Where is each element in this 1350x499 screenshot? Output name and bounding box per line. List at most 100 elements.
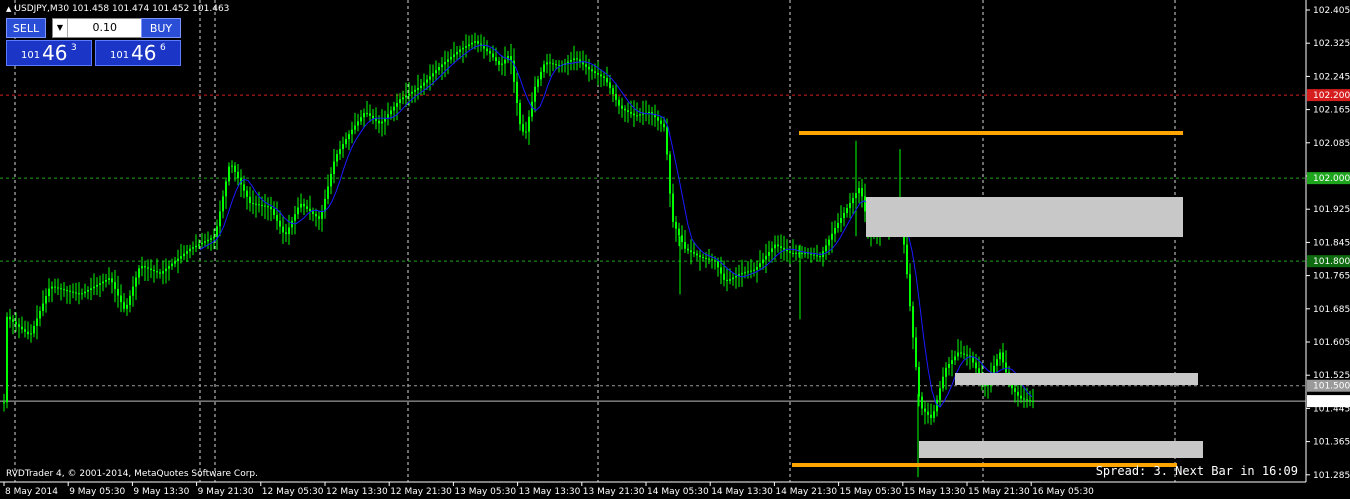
candle-body xyxy=(396,103,398,107)
support-zone[interactable] xyxy=(919,441,1203,458)
candle-body xyxy=(552,63,554,65)
resistance-zone[interactable] xyxy=(866,197,1183,237)
candle-body xyxy=(957,352,959,357)
buy-button[interactable]: BUY xyxy=(141,18,181,38)
candle-body xyxy=(417,88,419,90)
candle-body xyxy=(270,206,272,210)
candle-body xyxy=(732,277,734,280)
candle-body xyxy=(456,51,458,55)
candle-body xyxy=(492,53,494,58)
candle-body xyxy=(339,149,341,155)
candle-body xyxy=(627,110,629,112)
candle-body xyxy=(603,76,605,78)
candle-body xyxy=(909,274,911,307)
candle-body xyxy=(237,171,239,179)
candle-body xyxy=(462,47,464,50)
candle-body xyxy=(393,106,395,111)
candle-body xyxy=(48,288,50,297)
candle-body xyxy=(1005,362,1007,373)
lot-dropdown-icon[interactable]: ▼ xyxy=(53,19,68,37)
candle-body xyxy=(828,239,830,246)
sell-button[interactable]: SELL xyxy=(6,18,46,38)
candle-body xyxy=(537,79,539,87)
candle-body xyxy=(630,111,632,114)
candle-body xyxy=(330,173,332,187)
candle-body xyxy=(147,267,149,269)
candle-body xyxy=(609,82,611,89)
candle-body xyxy=(231,165,233,167)
candle-body xyxy=(156,271,158,273)
candle-body xyxy=(975,362,977,369)
candle-body xyxy=(165,268,167,272)
buy-price-sup: 6 xyxy=(160,43,166,53)
candle-body xyxy=(426,79,428,83)
candle-body xyxy=(483,46,485,49)
sell-price-box[interactable]: 101 46 3 xyxy=(6,40,92,66)
candle-body xyxy=(594,71,596,73)
candle-body xyxy=(189,248,191,252)
candle-body xyxy=(714,260,716,262)
candle-body xyxy=(759,263,761,267)
candle-body xyxy=(15,321,17,325)
candle-body xyxy=(675,221,677,229)
candle-body xyxy=(243,184,245,191)
candle-body xyxy=(351,129,353,135)
candle-body xyxy=(45,296,47,304)
candle-body xyxy=(570,59,572,62)
candle-body xyxy=(72,291,74,293)
candle-body xyxy=(168,266,170,269)
candle-body xyxy=(306,206,308,209)
candle-body xyxy=(294,214,296,221)
candle-body xyxy=(612,88,614,95)
price-tick-label: 101.845 xyxy=(1313,238,1350,248)
candle-body xyxy=(387,114,389,118)
candle-body xyxy=(174,261,176,264)
candle-body xyxy=(78,293,80,295)
candle-body xyxy=(144,266,146,268)
candle-body xyxy=(135,277,137,287)
candle-body xyxy=(450,56,452,60)
candle-body xyxy=(588,66,590,70)
candle-body xyxy=(195,245,197,248)
lot-size-field[interactable]: ▼ 0.10 xyxy=(52,18,144,38)
candle-body xyxy=(288,227,290,235)
buy-price-box[interactable]: 101 46 6 xyxy=(95,40,181,66)
price-tick-label: 101.605 xyxy=(1313,338,1350,348)
price-chart[interactable]: 102.405 102.325 102.245 102.165 102.085 102.0… xyxy=(0,0,1350,499)
candle-body xyxy=(258,204,260,206)
candle-body xyxy=(228,166,230,182)
candle-body xyxy=(1014,388,1016,392)
candle-body xyxy=(930,414,932,418)
candle-body xyxy=(42,303,44,312)
candle-body xyxy=(723,273,725,280)
candle-body xyxy=(84,291,86,294)
candle-body xyxy=(915,337,917,368)
candle-body xyxy=(960,352,962,354)
chart-title: ▲ USDJPY,M30 101.458 101.474 101.452 101.… xyxy=(6,4,229,14)
candle-body xyxy=(33,325,35,334)
candle-body xyxy=(96,284,98,287)
candle-body xyxy=(129,295,131,305)
mid-zone[interactable] xyxy=(955,373,1198,385)
candle-body xyxy=(447,59,449,62)
candle-body xyxy=(846,208,848,214)
level-green1-label: 102.000 xyxy=(1313,174,1350,184)
level-green2-label: 101.800 xyxy=(1313,257,1350,267)
candle-body xyxy=(927,411,929,415)
candle-body xyxy=(693,252,695,254)
candle-body xyxy=(681,235,683,243)
candle-body xyxy=(123,302,125,309)
candle-body xyxy=(315,213,317,217)
candle-body xyxy=(273,209,275,215)
candle-body xyxy=(54,286,56,288)
sell-price-sup: 3 xyxy=(71,43,77,53)
candle-body xyxy=(534,86,536,102)
candle-body xyxy=(606,77,608,83)
candle-body xyxy=(117,288,119,296)
candle-body xyxy=(546,62,548,65)
time-tick-label: 15 May 05:30 xyxy=(840,487,902,497)
time-tick-label: 13 May 05:30 xyxy=(454,487,516,497)
candle-body xyxy=(9,316,11,320)
candle-body xyxy=(285,232,287,235)
candle-body xyxy=(390,110,392,115)
